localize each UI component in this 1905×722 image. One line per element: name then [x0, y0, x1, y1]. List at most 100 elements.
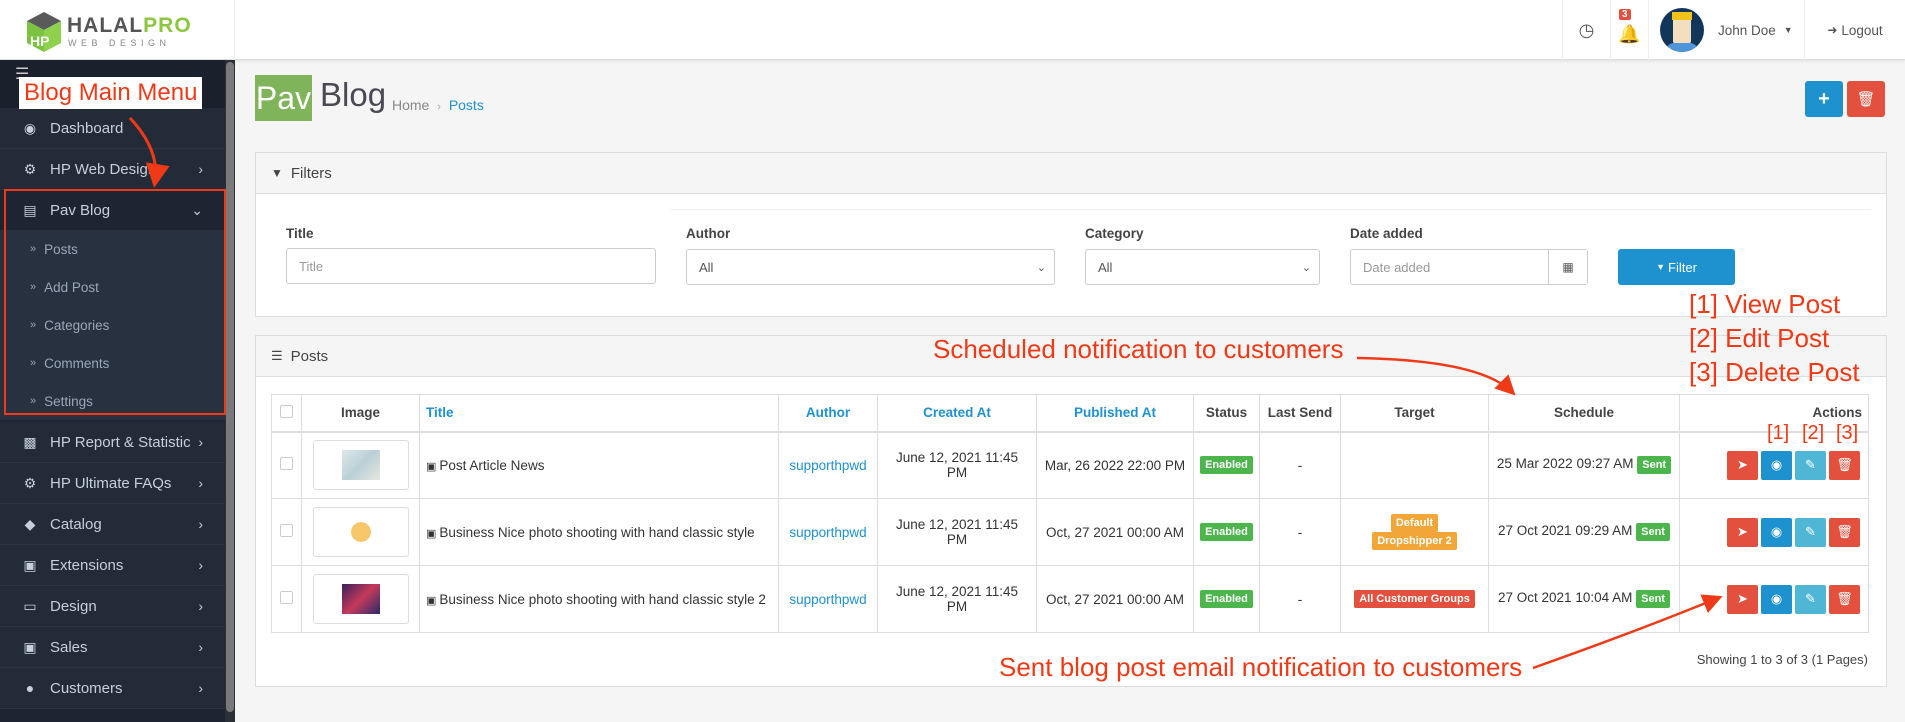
- date-placeholder: Date added: [1363, 259, 1431, 275]
- brand-tagline: WEB DESIGN: [68, 38, 171, 48]
- delete-selected-button[interactable]: 🗑: [1847, 81, 1885, 117]
- brand-logo[interactable]: HP HALALPRO WEB DESIGN: [0, 0, 235, 60]
- chevron-right-icon: ›: [198, 161, 203, 177]
- column-target: Target: [1340, 394, 1489, 433]
- post-schedule: 25 Mar 2022 09:27 AM: [1496, 456, 1634, 472]
- target-badge: All Customer Groups: [1354, 590, 1475, 608]
- column-status: Status: [1193, 394, 1260, 433]
- date-filter-input[interactable]: Date added ▦: [1350, 249, 1588, 285]
- eye-icon: ◉: [1770, 591, 1783, 606]
- image-icon: ▣: [426, 460, 437, 473]
- row-checkbox[interactable]: [280, 591, 293, 604]
- row-checkbox[interactable]: [280, 457, 293, 471]
- delete-post-button[interactable]: 🗑: [1829, 584, 1860, 614]
- history-button[interactable]: ◷: [1562, 0, 1610, 60]
- post-author-link[interactable]: supporthpwd: [789, 525, 866, 540]
- svg-text:HP: HP: [30, 33, 49, 49]
- notifications-button[interactable]: 🔔 3: [1610, 0, 1648, 60]
- annotation-n1: [1]: [1767, 422, 1790, 444]
- posts-table: Image Title Author Created At Published …: [271, 394, 1869, 633]
- post-published: Mar, 26 2022 22:00 PM: [1036, 431, 1194, 499]
- schedule-status-badge: Sent: [1636, 590, 1670, 608]
- sidebar-item-hp-ultimate-faqs[interactable]: ⚙ HP Ultimate FAQs ›: [0, 463, 225, 504]
- view-post-button[interactable]: ◉: [1761, 584, 1792, 614]
- sidebar-scrollbar-thumb[interactable]: [226, 62, 234, 712]
- post-title: Business Nice photo shooting with hand c…: [439, 591, 766, 607]
- pencil-icon: ✎: [1805, 591, 1816, 606]
- view-post-button[interactable]: ◉: [1761, 450, 1792, 480]
- caret-down-icon: ▼: [1783, 25, 1793, 35]
- delete-post-button[interactable]: 🗑: [1829, 517, 1860, 547]
- column-published-sort[interactable]: Published At: [1036, 394, 1194, 433]
- send-notification-button[interactable]: ➤: [1727, 450, 1758, 480]
- send-notification-button[interactable]: ➤: [1727, 584, 1758, 614]
- post-thumbnail: [312, 507, 409, 557]
- calendar-icon[interactable]: ▦: [1548, 250, 1587, 284]
- edit-post-button[interactable]: ✎: [1795, 517, 1826, 547]
- brand-name-part2: PRO: [143, 14, 192, 37]
- edit-post-button[interactable]: ✎: [1795, 584, 1826, 614]
- post-thumbnail: [312, 440, 409, 491]
- target-badge: Dropshipper 2: [1372, 532, 1457, 550]
- sidebar-item-design[interactable]: ▭ Design ›: [0, 586, 225, 627]
- puzzle-icon: ▣: [23, 556, 37, 573]
- post-created: June 12, 2021 11:45 PM: [877, 431, 1037, 499]
- category-selected-value: All: [1098, 259, 1113, 275]
- delete-post-button[interactable]: 🗑: [1829, 450, 1860, 480]
- author-filter-select[interactable]: All ⌄: [686, 249, 1055, 285]
- annotation-view: [1] View Post: [1689, 289, 1841, 319]
- status-badge: Enabled: [1200, 590, 1253, 608]
- filters-panel: ▼ Filters: [255, 152, 1887, 317]
- send-notification-button[interactable]: ➤: [1727, 517, 1758, 547]
- tags-icon: ◆: [24, 515, 36, 532]
- posts-title: Posts: [290, 347, 329, 365]
- trash-icon: 🗑: [1856, 91, 1876, 108]
- select-all-checkbox[interactable]: [280, 404, 293, 418]
- title-filter-input[interactable]: Title: [286, 248, 656, 284]
- author-selected-value: All: [699, 259, 714, 275]
- post-last-send: -: [1259, 498, 1341, 566]
- sidebar-item-customers[interactable]: ● Customers ›: [0, 668, 225, 709]
- sidebar-item-extensions[interactable]: ▣ Extensions ›: [0, 545, 225, 586]
- category-filter-label: Category: [1085, 226, 1144, 241]
- breadcrumb-posts[interactable]: Posts: [449, 97, 484, 113]
- sidebar-item-sales[interactable]: ▣ Sales ›: [0, 627, 225, 668]
- post-title: Post Article News: [439, 457, 545, 473]
- column-author-sort[interactable]: Author: [778, 394, 878, 433]
- user-menu[interactable]: John Doe ▼: [1648, 0, 1804, 60]
- table-row: ▣ Business Nice photo shooting with hand …: [271, 498, 1869, 566]
- logout-button[interactable]: ➜ Logout: [1804, 0, 1905, 60]
- breadcrumb: Home › Posts: [392, 97, 484, 113]
- breadcrumb-home[interactable]: Home: [392, 97, 429, 113]
- row-checkbox[interactable]: [280, 524, 293, 537]
- sidebar-item-hp-report[interactable]: ▩ HP Report & Statistic ›: [0, 422, 225, 463]
- sidebar-item-label: HP Report & Statistic: [50, 433, 191, 451]
- clock-icon: ◷: [1578, 19, 1595, 40]
- sidebar-item-label: HP Web Design: [50, 160, 157, 178]
- add-post-button[interactable]: +: [1805, 81, 1843, 117]
- annotation-n3: [3]: [1836, 422, 1859, 444]
- column-title-sort[interactable]: Title: [419, 394, 779, 433]
- edit-post-button[interactable]: ✎: [1795, 450, 1826, 480]
- sidebar-item-hp-web-design[interactable]: ⚙ HP Web Design ›: [0, 149, 225, 190]
- category-filter-select[interactable]: All ⌄: [1085, 249, 1320, 285]
- chevron-right-icon: ›: [198, 598, 203, 614]
- filter-button[interactable]: ▼ Filter: [1618, 249, 1735, 285]
- sidebar-item-dashboard[interactable]: ◉ Dashboard: [0, 108, 225, 149]
- view-post-button[interactable]: ◉: [1761, 517, 1792, 547]
- column-schedule: Schedule: [1488, 394, 1680, 433]
- pagination-info: Showing 1 to 3 of 3 (1 Pages): [1696, 652, 1868, 667]
- post-author-link[interactable]: supporthpwd: [789, 458, 866, 473]
- chevron-right-icon: ›: [198, 475, 203, 491]
- post-targets: DefaultDropshipper 2: [1340, 498, 1489, 566]
- post-published: Oct, 27 2021 00:00 AM: [1036, 498, 1194, 566]
- pencil-icon: ✎: [1805, 524, 1816, 539]
- column-created-sort[interactable]: Created At: [877, 394, 1037, 433]
- sidebar-item-label: Dashboard: [50, 119, 124, 137]
- annotation-blog-main-menu: Blog Main Menu: [19, 77, 203, 109]
- post-created: June 12, 2021 11:45 PM: [877, 565, 1037, 633]
- post-author-link[interactable]: supporthpwd: [789, 592, 866, 607]
- sidebar-item-catalog[interactable]: ◆ Catalog ›: [0, 504, 225, 545]
- post-targets: [1340, 431, 1489, 499]
- trash-icon: 🗑: [1836, 591, 1853, 606]
